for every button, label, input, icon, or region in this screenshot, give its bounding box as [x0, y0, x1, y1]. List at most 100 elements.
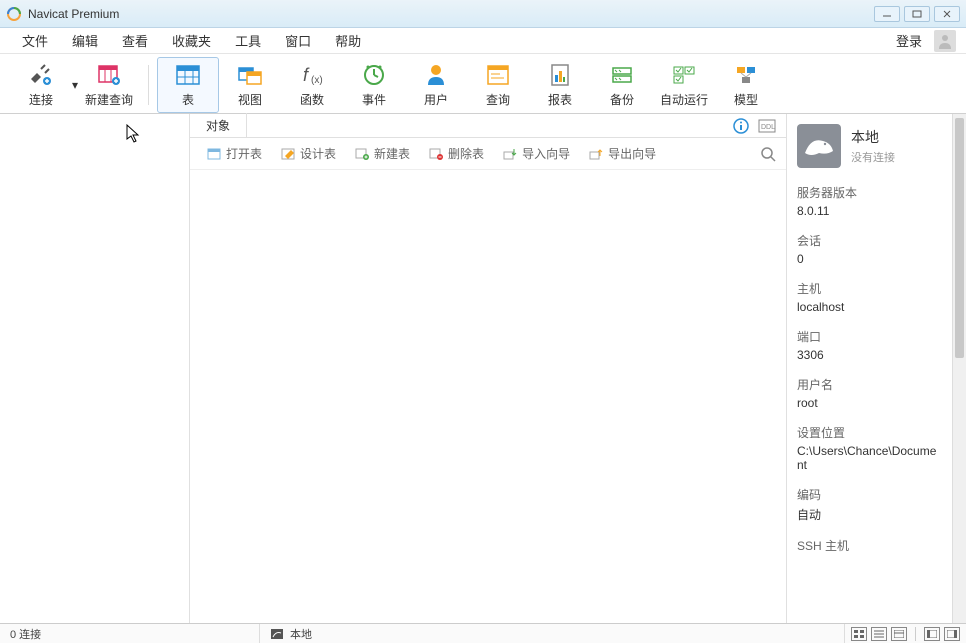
autorun-label: 自动运行: [660, 91, 708, 108]
new-query-label: 新建查询: [85, 91, 133, 108]
ddl-icon[interactable]: DDL: [758, 117, 776, 135]
delete-table-button[interactable]: 删除表: [422, 142, 490, 165]
info-header: 本地 没有连接: [797, 124, 942, 168]
design-table-label: 设计表: [300, 145, 336, 162]
info-panel-container: 本地 没有连接 服务器版本8.0.11 会话0 主机localhost 端口33…: [786, 114, 966, 623]
menu-help[interactable]: 帮助: [323, 27, 373, 54]
panel-right-icon[interactable]: [944, 627, 960, 641]
query-label: 查询: [486, 91, 510, 108]
user-button[interactable]: 用户: [405, 57, 467, 113]
content-area: 对象 DDL 打开表 设计表 新建表 删除表: [0, 114, 966, 623]
view-button[interactable]: 视图: [219, 57, 281, 113]
backup-icon: [608, 61, 636, 89]
toolbar-separator: [148, 65, 149, 105]
detail-view-icon[interactable]: [891, 627, 907, 641]
window-title: Navicat Premium: [28, 7, 874, 21]
import-wizard-button[interactable]: 导入向导: [496, 142, 576, 165]
function-button[interactable]: f(x) 函数: [281, 57, 343, 113]
panel-left-icon[interactable]: [924, 627, 940, 641]
new-table-label: 新建表: [374, 145, 410, 162]
delete-table-label: 删除表: [448, 145, 484, 162]
event-button[interactable]: 事件: [343, 57, 405, 113]
connect-button[interactable]: 连接: [10, 57, 72, 113]
report-button[interactable]: 报表: [529, 57, 591, 113]
open-table-label: 打开表: [226, 145, 262, 162]
main-toolbar: 连接 ▾ 新建查询 表 视图 f(x) 函数 事件: [0, 54, 966, 114]
mysql-dolphin-icon: [797, 124, 841, 168]
export-wizard-label: 导出向导: [608, 145, 656, 162]
minimize-button[interactable]: [874, 6, 900, 22]
info-username: 用户名root: [797, 376, 942, 410]
object-list[interactable]: [190, 170, 786, 623]
event-label: 事件: [362, 91, 386, 108]
title-bar: Navicat Premium: [0, 0, 966, 28]
list-view-icon[interactable]: [871, 627, 887, 641]
menu-file[interactable]: 文件: [10, 27, 60, 54]
design-table-icon: [280, 146, 296, 162]
status-connections: 0 连接: [0, 624, 260, 643]
scrollbar-thumb[interactable]: [955, 118, 964, 358]
design-table-button[interactable]: 设计表: [274, 142, 342, 165]
model-button[interactable]: 模型: [715, 57, 777, 113]
open-table-icon: [206, 146, 222, 162]
table-button[interactable]: 表: [157, 57, 219, 113]
table-icon: [174, 61, 202, 89]
info-sessions: 会话0: [797, 232, 942, 266]
svg-text:f: f: [303, 65, 310, 85]
window-controls: [874, 6, 960, 22]
info-host: 主机localhost: [797, 280, 942, 314]
query-button[interactable]: 查询: [467, 57, 529, 113]
info-port: 端口3306: [797, 328, 942, 362]
tab-strip: 对象 DDL: [190, 114, 786, 138]
menu-edit[interactable]: 编辑: [60, 27, 110, 54]
info-panel: 本地 没有连接 服务器版本8.0.11 会话0 主机localhost 端口33…: [787, 114, 952, 623]
backup-button[interactable]: 备份: [591, 57, 653, 113]
new-table-button[interactable]: 新建表: [348, 142, 416, 165]
tab-objects[interactable]: 对象: [190, 113, 247, 138]
function-label: 函数: [300, 91, 324, 108]
status-view-icons: [845, 627, 966, 641]
user-icon: [422, 61, 450, 89]
info-icon[interactable]: [732, 117, 750, 135]
menu-tools[interactable]: 工具: [223, 27, 273, 54]
menu-view[interactable]: 查看: [110, 27, 160, 54]
model-icon: [732, 61, 760, 89]
svg-text:DDL: DDL: [761, 124, 775, 131]
view-label: 视图: [238, 91, 262, 108]
main-panel: 对象 DDL 打开表 设计表 新建表 删除表: [190, 114, 786, 623]
connection-status: 没有连接: [851, 149, 895, 165]
svg-text:(x): (x): [311, 75, 323, 86]
open-table-button[interactable]: 打开表: [200, 142, 268, 165]
info-settings-location: 设置位置C:\Users\Chance\Document: [797, 424, 942, 472]
close-button[interactable]: [934, 6, 960, 22]
import-icon: [502, 146, 518, 162]
user-avatar-icon[interactable]: [934, 30, 956, 52]
connection-indicator-icon: [270, 628, 284, 640]
menu-favorites[interactable]: 收藏夹: [160, 27, 223, 54]
scrollbar[interactable]: [952, 114, 966, 623]
autorun-button[interactable]: 自动运行: [653, 57, 715, 113]
menu-window[interactable]: 窗口: [273, 27, 323, 54]
table-label: 表: [182, 91, 194, 108]
plug-icon: [27, 61, 55, 89]
status-bar: 0 连接 本地: [0, 623, 966, 643]
info-server-version: 服务器版本8.0.11: [797, 184, 942, 218]
report-label: 报表: [548, 91, 572, 108]
function-icon: f(x): [298, 61, 326, 89]
connections-tree[interactable]: [0, 114, 190, 623]
user-label: 用户: [424, 91, 448, 108]
search-icon[interactable]: [760, 146, 776, 162]
backup-label: 备份: [610, 91, 634, 108]
maximize-button[interactable]: [904, 6, 930, 22]
report-icon: [546, 61, 574, 89]
login-button[interactable]: 登录: [888, 27, 930, 54]
model-label: 模型: [734, 91, 758, 108]
connection-name: 本地: [851, 127, 895, 147]
delete-table-icon: [428, 146, 444, 162]
new-query-button[interactable]: 新建查询: [78, 57, 140, 113]
view-icon: [236, 61, 264, 89]
grid-view-icon[interactable]: [851, 627, 867, 641]
new-table-icon: [354, 146, 370, 162]
export-wizard-button[interactable]: 导出向导: [582, 142, 662, 165]
object-actions: 打开表 设计表 新建表 删除表 导入向导 导出向导: [190, 138, 786, 170]
